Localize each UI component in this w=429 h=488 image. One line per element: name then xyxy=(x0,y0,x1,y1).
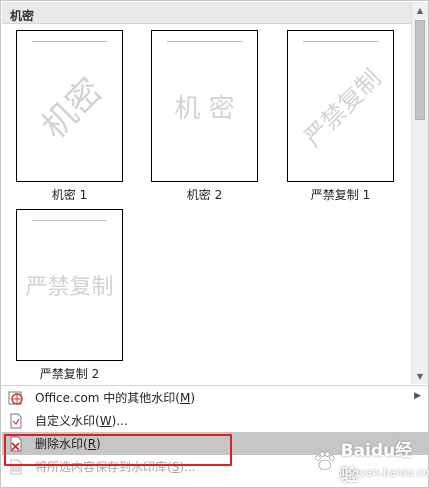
watermark-caption: 机密 1 xyxy=(51,188,88,202)
callout-highlight-box xyxy=(4,434,232,466)
watermark-thumbnail[interactable]: 严禁复制 xyxy=(16,209,123,361)
scrollbar-thumb[interactable] xyxy=(415,20,425,120)
menu-item-custom-watermark[interactable]: 自定义水印(W)... xyxy=(2,409,429,432)
watermark-caption: 机密 2 xyxy=(186,188,223,202)
watermark-text-preview: 严禁复制 xyxy=(25,275,114,300)
watermark-text-preview: 机 密 xyxy=(174,93,235,124)
document-page-icon xyxy=(10,413,22,429)
scroll-down-arrow-icon[interactable]: ▼ xyxy=(412,368,428,384)
watermark-caption: 严禁复制 2 xyxy=(39,367,100,381)
watermark-text-preview: 严禁复制 xyxy=(298,63,387,152)
watermark-thumbnail[interactable]: 机 密 xyxy=(151,30,258,182)
brand-subtext: jingyan.baidu.com xyxy=(339,466,429,479)
watermark-thumbnail[interactable]: 严禁复制 xyxy=(287,30,394,182)
office-globe-icon xyxy=(8,391,23,405)
menu-label: Office.com 中的其他水印(M) xyxy=(35,391,196,405)
menu-label: 自定义水印(W)... xyxy=(35,414,128,428)
watermark-gallery-dropdown: 机密 机密 机密 1 机 密 机密 2 严禁复制 严禁复制 1 严禁复制 严禁复… xyxy=(0,0,429,488)
submenu-arrow-icon: ▶ xyxy=(414,391,421,401)
gallery-scrollbar[interactable]: ▲ ▼ xyxy=(411,2,428,384)
menu-item-more-watermarks-office[interactable]: Office.com 中的其他水印(M) ▶ xyxy=(2,386,429,409)
watermark-caption: 严禁复制 1 xyxy=(310,188,371,202)
scroll-up-arrow-icon[interactable]: ▲ xyxy=(412,2,428,18)
watermark-thumbnail[interactable]: 机密 xyxy=(16,30,123,182)
baidu-jingyan-watermark: Baidu经验 jingyan.baidu.com xyxy=(313,441,429,486)
watermark-text-preview: 机密 xyxy=(33,70,111,147)
paw-logo-icon xyxy=(315,451,335,471)
gallery-section-header: 机密 xyxy=(2,2,411,24)
watermark-gallery: 机密 机密 1 机 密 机密 2 严禁复制 严禁复制 1 严禁复制 严禁复制 2 xyxy=(2,24,411,384)
